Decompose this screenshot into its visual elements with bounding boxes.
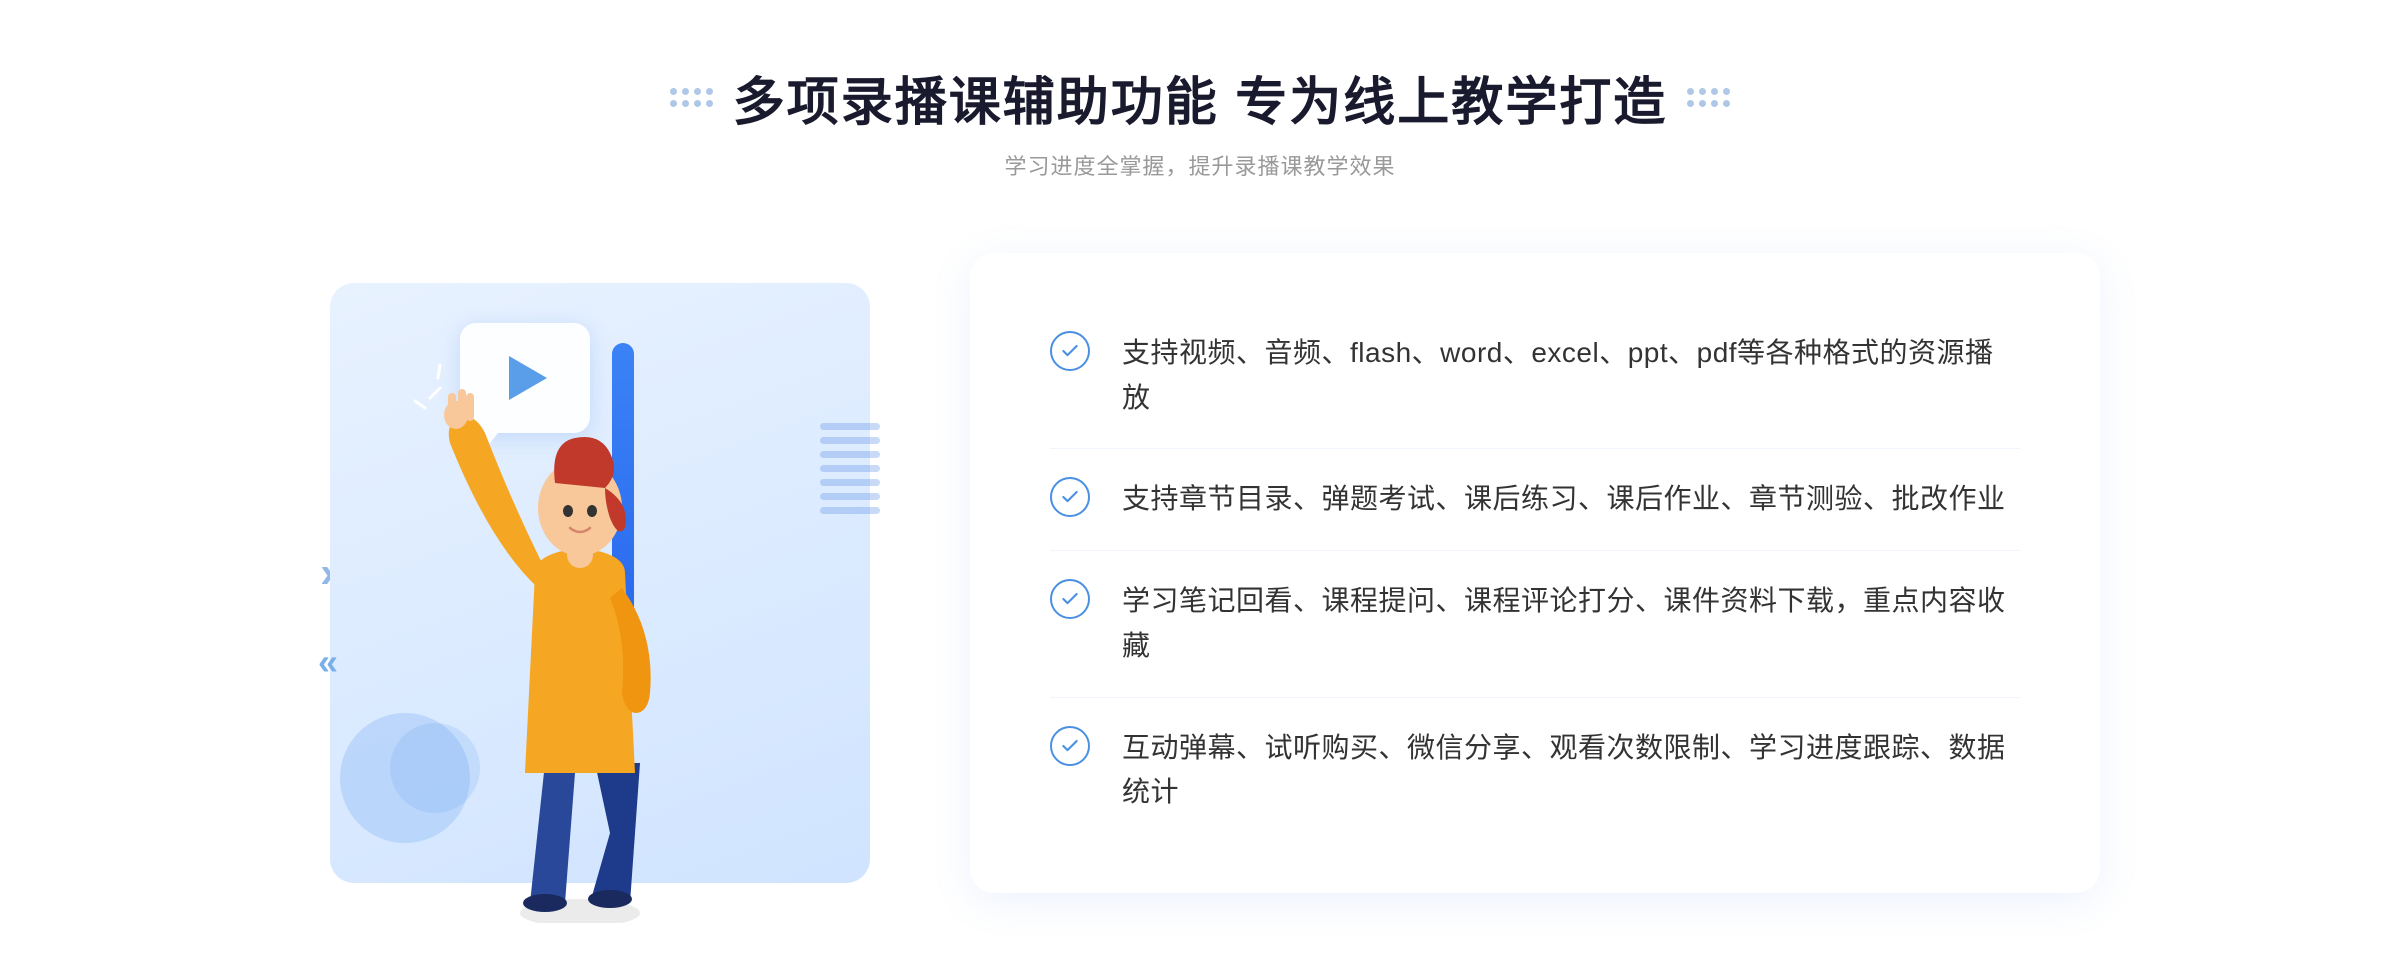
double-arrows: « [318, 641, 338, 683]
person-figure [390, 343, 770, 923]
feature-text-2: 支持章节目录、弹题考试、课后练习、课后作业、章节测验、批改作业 [1122, 477, 2006, 522]
title-row: 多项录播课辅助功能 专为线上教学打造 [670, 60, 1730, 135]
content-area: » « [300, 223, 2100, 923]
features-panel: 支持视频、音频、flash、word、excel、ppt、pdf等各种格式的资源… [970, 253, 2100, 894]
decorative-stripes [820, 423, 880, 523]
check-circle-2 [1050, 477, 1090, 517]
right-decorator [1687, 88, 1730, 107]
check-circle-3 [1050, 579, 1090, 619]
feature-text-3: 学习笔记回看、课程提问、课程评论打分、课件资料下载，重点内容收藏 [1122, 579, 2020, 669]
subtitle: 学习进度全掌握，提升录播课教学效果 [1004, 149, 1395, 181]
feature-text-1: 支持视频、音频、flash、word、excel、ppt、pdf等各种格式的资源… [1122, 331, 2020, 421]
page-header: 多项录播课辅助功能 专为线上教学打造 学习进度全掌握，提升录播课教学效果 [670, 60, 1730, 181]
check-circle-1 [1050, 331, 1090, 371]
feature-item-1: 支持视频、音频、flash、word、excel、ppt、pdf等各种格式的资源… [1050, 303, 2020, 450]
feature-item-2: 支持章节目录、弹题考试、课后练习、课后作业、章节测验、批改作业 [1050, 449, 2020, 551]
main-title: 多项录播课辅助功能 专为线上教学打造 [733, 60, 1667, 135]
feature-text-4: 互动弹幕、试听购买、微信分享、观看次数限制、学习进度跟踪、数据统计 [1122, 726, 2020, 816]
illustration-wrapper: » « [300, 223, 1000, 923]
check-circle-4 [1050, 726, 1090, 766]
feature-item-3: 学习笔记回看、课程提问、课程评论打分、课件资料下载，重点内容收藏 [1050, 551, 2020, 698]
feature-item-4: 互动弹幕、试听购买、微信分享、观看次数限制、学习进度跟踪、数据统计 [1050, 698, 2020, 844]
left-decorator [670, 88, 713, 107]
